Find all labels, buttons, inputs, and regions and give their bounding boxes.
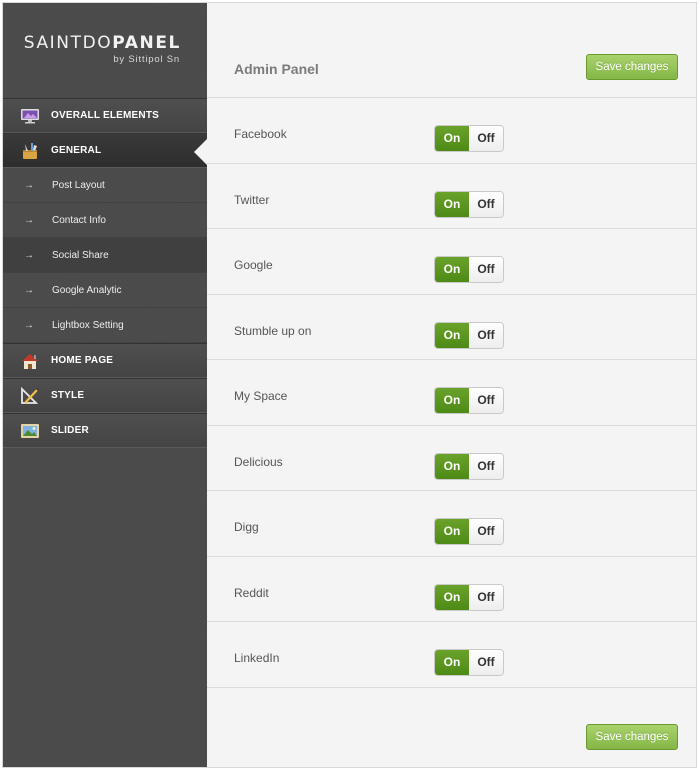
sidebar-item-label: OVERALL ELEMENTS: [51, 110, 160, 121]
picture-icon: [20, 422, 40, 440]
toggle-off[interactable]: Off: [469, 650, 503, 675]
linkedin-toggle[interactable]: On Off: [434, 649, 504, 676]
arrow-right-icon: →: [24, 214, 34, 226]
sidebar-item-home-page[interactable]: HOME PAGE: [3, 343, 207, 378]
setting-label: Reddit: [234, 585, 269, 600]
sidebar-subitem-post-layout[interactable]: → Post Layout: [3, 168, 207, 203]
sidebar-item-label: SLIDER: [51, 425, 89, 436]
sidebar-subitem-google-analytic[interactable]: → Google Analytic: [3, 273, 207, 308]
toggle-off[interactable]: Off: [469, 519, 503, 544]
toggle-on[interactable]: On: [435, 322, 469, 348]
delicious-toggle[interactable]: On Off: [434, 452, 504, 480]
main-content: Admin Panel Save changes Facebook On Off…: [207, 3, 696, 767]
setting-label: LinkedIn: [234, 651, 280, 665]
sidebar-subitem-contact-info[interactable]: → Contact Info: [3, 203, 207, 238]
logo-title: SAINTDOPANEL: [24, 33, 181, 53]
sidebar-subitem-lightbox-setting[interactable]: → Lightbox Setting: [3, 308, 207, 343]
arrow-right-icon: →: [24, 249, 34, 261]
sidebar-subitem-label: Post Layout: [52, 179, 105, 191]
footer: Save changes: [207, 703, 696, 767]
toggle-off[interactable]: Off: [469, 126, 503, 151]
arrow-right-icon: →: [24, 284, 34, 296]
setting-row-linkedin: LinkedIn On Off: [207, 622, 696, 688]
toggle-on[interactable]: On: [435, 453, 469, 479]
page-title: Admin Panel: [234, 61, 319, 77]
sidebar-subitem-label: Google Analytic: [52, 284, 122, 296]
setting-row-stumbleupon: Stumble up on On Off: [207, 295, 696, 360]
settings-list: Facebook On Off Twitter On Off Google On…: [207, 98, 696, 688]
sidebar-item-label: HOME PAGE: [51, 355, 114, 366]
setting-row-delicious: Delicious On Off: [207, 426, 696, 491]
sidebar-item-label: GENERAL: [51, 145, 102, 156]
arrow-right-icon: →: [24, 319, 34, 331]
logo: SAINTDOPANEL by Sittipol Sn: [3, 3, 207, 98]
sidebar-subitem-label: Social Share: [52, 249, 109, 261]
setting-label: Delicious: [234, 454, 283, 469]
toggle-off[interactable]: Off: [469, 388, 503, 413]
facebook-toggle[interactable]: On Off: [434, 125, 504, 152]
digg-toggle[interactable]: On Off: [434, 518, 504, 545]
setting-label: Twitter: [234, 192, 270, 207]
toggle-on[interactable]: On: [435, 584, 469, 610]
logo-title-light: SAINTDO: [23, 33, 113, 53]
toggle-off[interactable]: Off: [469, 191, 503, 217]
stumbleupon-toggle[interactable]: On Off: [434, 321, 504, 349]
save-changes-button-bottom[interactable]: Save changes: [586, 724, 678, 750]
toggle-off[interactable]: Off: [469, 584, 503, 610]
drafting-icon: [20, 386, 40, 405]
sidebar-item-style[interactable]: STYLE: [3, 378, 207, 413]
toggle-on[interactable]: On: [435, 257, 469, 282]
sidebar-subitem-social-share[interactable]: → Social Share: [3, 238, 207, 273]
setting-label: Stumble up on: [234, 323, 312, 338]
save-changes-button-top[interactable]: Save changes: [586, 54, 678, 80]
home-icon: [20, 352, 40, 370]
setting-label: My Space: [234, 389, 288, 403]
tools-icon: [20, 142, 40, 160]
setting-label: Digg: [234, 520, 259, 534]
setting-row-facebook: Facebook On Off: [207, 98, 696, 164]
arrow-right-icon: →: [24, 179, 34, 191]
sidebar-item-slider[interactable]: SLIDER: [3, 413, 207, 448]
toggle-off[interactable]: Off: [469, 453, 503, 479]
toggle-off[interactable]: Off: [469, 322, 503, 348]
toggle-on[interactable]: On: [435, 126, 469, 151]
setting-row-reddit: Reddit On Off: [207, 557, 696, 622]
reddit-toggle[interactable]: On Off: [434, 583, 504, 611]
active-indicator: [194, 139, 207, 165]
toggle-on[interactable]: On: [435, 388, 469, 413]
sidebar-item-general[interactable]: GENERAL: [3, 133, 207, 168]
header: Admin Panel Save changes: [207, 3, 696, 98]
twitter-toggle[interactable]: On Off: [434, 190, 504, 218]
monitor-icon: [20, 107, 40, 125]
sidebar-nav: OVERALL ELEMENTS GENERAL → Post Layout →…: [3, 98, 207, 448]
setting-row-myspace: My Space On Off: [207, 360, 696, 426]
sidebar-item-overall-elements[interactable]: OVERALL ELEMENTS: [3, 98, 207, 133]
admin-window: SAINTDOPANEL by Sittipol Sn OVERALL ELEM…: [2, 2, 697, 768]
sidebar-item-label: STYLE: [51, 390, 85, 401]
toggle-on[interactable]: On: [435, 191, 469, 217]
sidebar-subitem-label: Contact Info: [52, 214, 106, 226]
sidebar-subitem-label: Lightbox Setting: [52, 319, 124, 331]
setting-label: Facebook: [234, 127, 287, 141]
toggle-off[interactable]: Off: [469, 257, 503, 282]
sidebar: SAINTDOPANEL by Sittipol Sn OVERALL ELEM…: [3, 3, 207, 767]
logo-subtitle: by Sittipol Sn: [113, 54, 180, 65]
logo-title-bold: PANEL: [112, 33, 181, 53]
setting-label: Google: [234, 258, 273, 272]
setting-row-digg: Digg On Off: [207, 491, 696, 557]
toggle-on[interactable]: On: [435, 519, 469, 544]
google-toggle[interactable]: On Off: [434, 256, 504, 283]
setting-row-google: Google On Off: [207, 229, 696, 295]
myspace-toggle[interactable]: On Off: [434, 387, 504, 414]
setting-row-twitter: Twitter On Off: [207, 164, 696, 229]
toggle-on[interactable]: On: [435, 650, 469, 675]
